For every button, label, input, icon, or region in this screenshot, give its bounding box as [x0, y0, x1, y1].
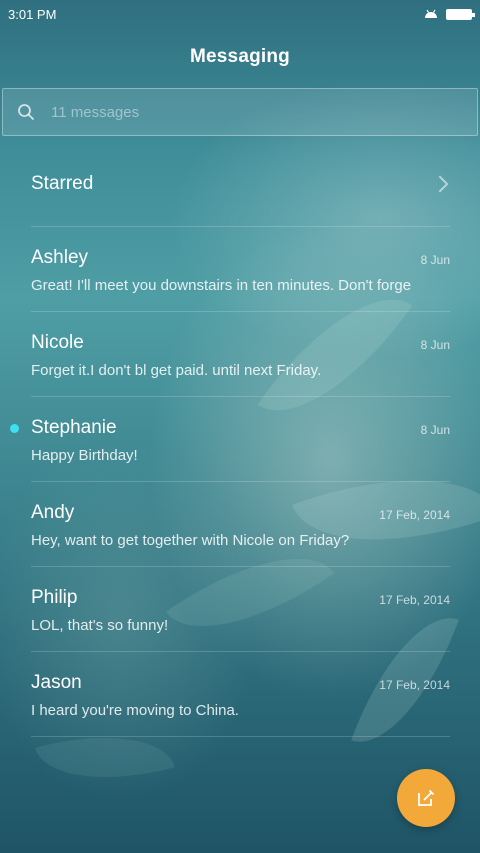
message-date: 8 Jun — [420, 423, 450, 437]
app-header: Messaging — [0, 28, 480, 86]
starred-label: Starred — [31, 173, 94, 194]
contact-name: Jason — [31, 672, 82, 693]
contact-name: Ashley — [31, 247, 89, 268]
message-preview: Hey, want to get together with Nicole on… — [31, 532, 350, 549]
contact-name: Andy — [31, 502, 75, 523]
compose-button[interactable] — [397, 769, 455, 827]
conversation-list: Starred Ashley 8 Jun Great! I'll meet yo… — [0, 142, 480, 737]
list-item[interactable]: Philip 17 Feb, 2014 LOL, that's so funny… — [31, 567, 450, 652]
message-preview: I heard you're moving to China. — [31, 702, 239, 719]
message-preview: Happy Birthday! — [31, 447, 138, 464]
battery-icon — [446, 8, 475, 20]
compose-icon — [418, 789, 435, 806]
contact-name: Stephanie — [31, 417, 117, 438]
list-item[interactable]: Nicole 8 Jun Forget it.I don't bl get pa… — [31, 312, 450, 397]
list-item[interactable]: Stephanie 8 Jun Happy Birthday! — [10, 397, 450, 482]
message-date: 8 Jun — [420, 338, 450, 352]
message-date: 17 Feb, 2014 — [379, 508, 450, 522]
search-bar — [0, 88, 480, 138]
status-icons — [424, 8, 475, 20]
search-box[interactable] — [2, 88, 478, 136]
list-item[interactable]: Andy 17 Feb, 2014 Hey, want to get toget… — [31, 482, 450, 567]
status-time: 3:01 PM — [8, 6, 57, 22]
contact-name: Philip — [31, 587, 78, 608]
list-item[interactable]: Ashley 8 Jun Great! I'll meet you downst… — [31, 227, 450, 312]
page-title: Messaging — [190, 46, 290, 67]
contact-name: Nicole — [31, 332, 84, 353]
message-preview: Great! I'll meet you downstairs in ten m… — [31, 277, 412, 294]
search-icon — [18, 104, 34, 120]
android-icon — [425, 9, 437, 18]
list-item[interactable]: Jason 17 Feb, 2014 I heard you're moving… — [31, 652, 450, 737]
starred-row[interactable]: Starred — [31, 142, 450, 227]
chevron-right-icon — [431, 175, 449, 193]
message-date: 8 Jun — [420, 253, 450, 267]
message-preview: LOL, that's so funny! — [31, 617, 169, 634]
message-date: 17 Feb, 2014 — [379, 678, 450, 692]
search-input[interactable] — [49, 102, 433, 122]
status-bar: 3:01 PM — [0, 0, 480, 28]
message-preview: Forget it.I don't bl get paid. until nex… — [31, 362, 322, 379]
unread-dot — [10, 424, 19, 433]
message-date: 17 Feb, 2014 — [379, 593, 450, 607]
